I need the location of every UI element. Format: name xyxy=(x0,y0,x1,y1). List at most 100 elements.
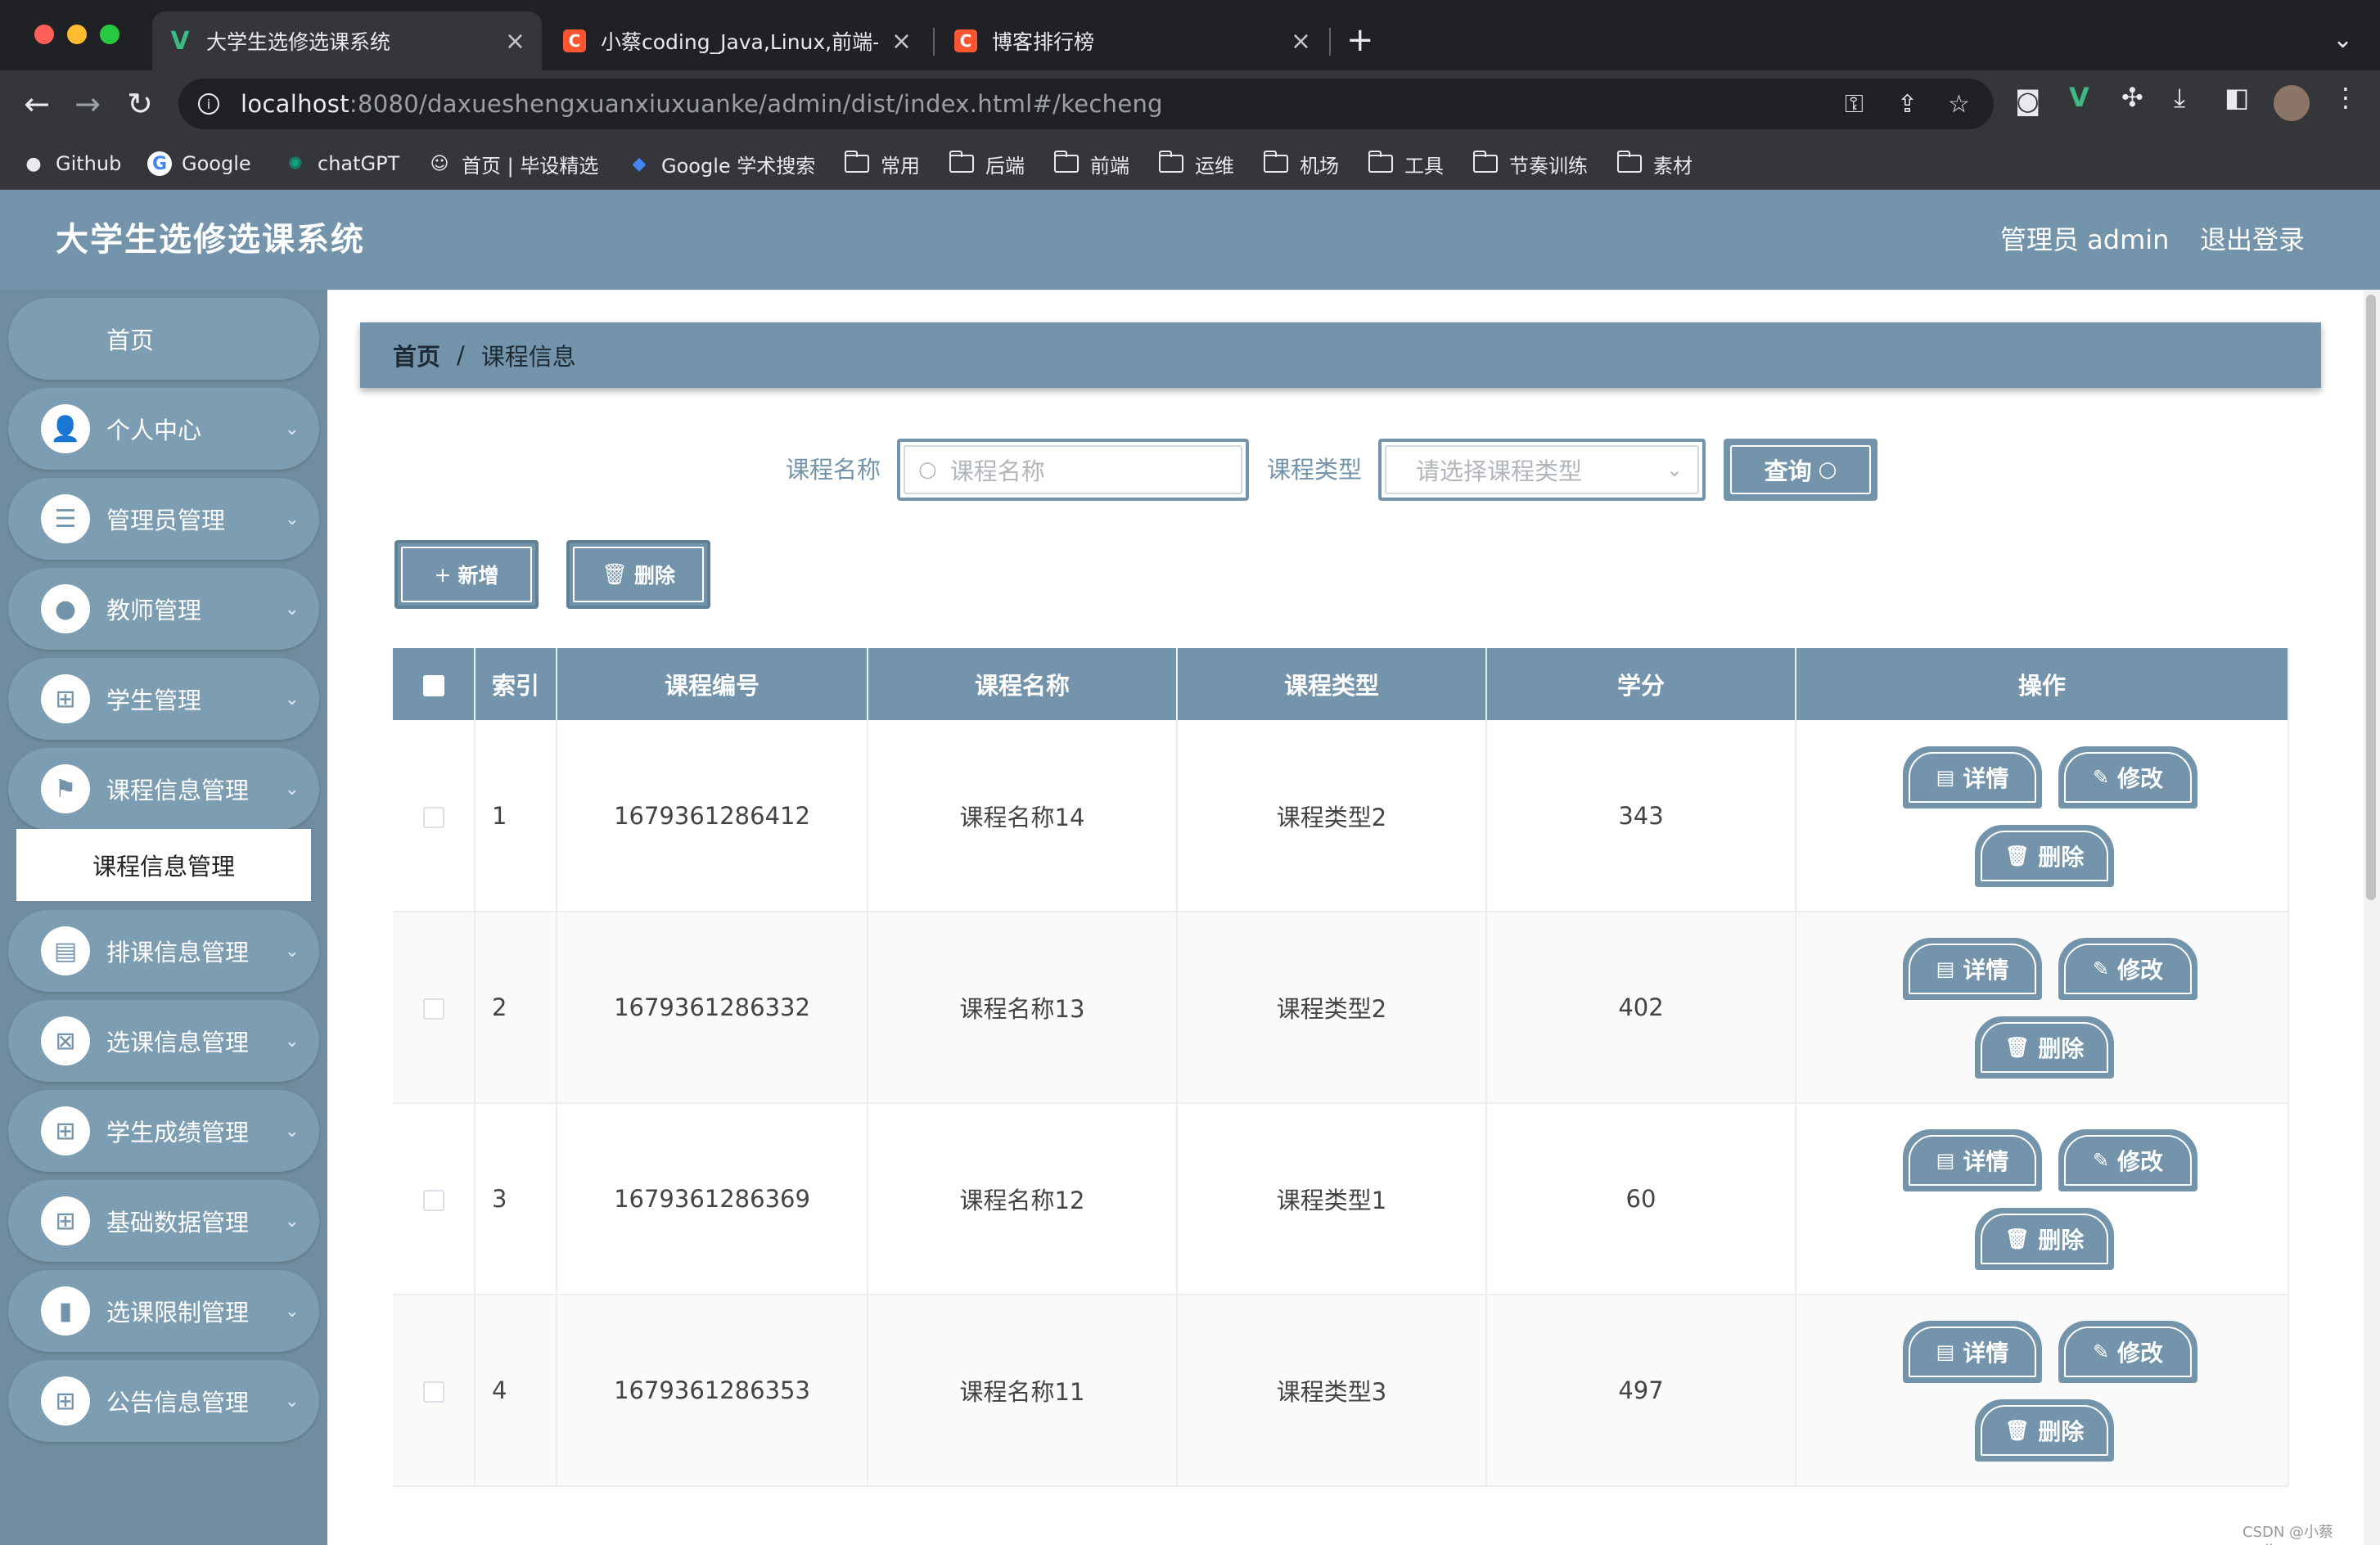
browser-tab[interactable]: C 博客排行榜 × xyxy=(938,11,1327,70)
sidebar-item-courses[interactable]: ⚑ 课程信息管理 ⌄ xyxy=(8,748,319,830)
course-type-placeholder: 请选择课程类型 xyxy=(1416,457,1583,485)
vue-devtools-icon[interactable]: V xyxy=(2069,82,2089,113)
side-panel-icon[interactable]: ◧ xyxy=(2224,82,2249,113)
grid-icon: ⊞ xyxy=(41,1106,90,1155)
detail-button[interactable]: ▤ 详情 xyxy=(1903,1321,2042,1383)
bookmark-folder[interactable]: 前端 xyxy=(1054,137,1129,190)
cell-type: 课程类型3 xyxy=(1177,1295,1487,1487)
bookmark-folder[interactable]: 工具 xyxy=(1368,137,1444,190)
cell-code: 1679361286332 xyxy=(557,912,868,1104)
edit-button[interactable]: ✎ 修改 xyxy=(2058,1321,2197,1383)
bookmark-google[interactable]: G Google xyxy=(147,137,251,190)
forward-button[interactable]: → xyxy=(65,82,110,126)
cell-code: 1679361286369 xyxy=(557,1103,868,1295)
new-tab-button[interactable]: + xyxy=(1346,20,1374,61)
sidebar-item-admins[interactable]: ☰ 管理员管理 ⌄ xyxy=(8,478,319,560)
bookmark-folder[interactable]: 素材 xyxy=(1617,137,1693,190)
sidebar-item-basic-data[interactable]: ⊞ 基础数据管理 ⌄ xyxy=(8,1180,319,1262)
bookmark-folder[interactable]: 后端 xyxy=(949,137,1025,190)
extension-glasses-icon[interactable]: ◙ xyxy=(2015,85,2040,116)
sidebar-item-schedule[interactable]: ▤ 排课信息管理 ⌄ xyxy=(8,910,319,992)
profile-avatar[interactable] xyxy=(2274,85,2310,121)
add-button[interactable]: + 新增 xyxy=(394,540,539,609)
bookmark-star-icon[interactable]: ☆ xyxy=(1948,90,1970,119)
search-button[interactable]: 查询 ○ xyxy=(1724,439,1877,501)
detail-button[interactable]: ▤ 详情 xyxy=(1903,745,2042,809)
chevron-down-icon: ⌄ xyxy=(284,778,300,800)
detail-button[interactable]: ▤ 详情 xyxy=(1903,938,2042,1000)
bookmark-folder[interactable]: 节奏训练 xyxy=(1473,137,1588,190)
bookmark-chatgpt[interactable]: ✺ chatGPT xyxy=(283,137,399,190)
minimize-window-button[interactable] xyxy=(67,25,87,44)
sidebar-item-students[interactable]: ⊞ 学生管理 ⌄ xyxy=(8,658,319,740)
folder-icon xyxy=(1473,151,1498,173)
tab-title: 博客排行榜 xyxy=(992,30,1095,54)
share-icon[interactable]: ⇪ xyxy=(1897,90,1918,119)
breadcrumb-home[interactable]: 首页 xyxy=(393,338,440,372)
puzzle-icon[interactable]: ✣ xyxy=(2121,82,2143,113)
browser-tab-active[interactable]: V 大学生选修选课系统 × xyxy=(152,11,542,70)
bookmark-folder[interactable]: 常用 xyxy=(845,137,920,190)
delete-button[interactable]: 🗑 删除 xyxy=(1975,1399,2114,1462)
bookmark-scholar[interactable]: ◆ Google 学术搜索 xyxy=(627,137,816,190)
course-name-input[interactable]: ○ 课程名称 xyxy=(897,439,1249,501)
browser-tab[interactable]: C 小蔡coding_Java,Linux,前端-C × xyxy=(547,11,928,70)
sidebar-item-home[interactable]: 首页 xyxy=(8,298,319,380)
cell-code: 1679361286412 xyxy=(557,720,868,912)
chevron-down-icon: ⌄ xyxy=(284,688,300,709)
key-icon[interactable]: ⚿ xyxy=(1845,90,1864,119)
row-checkbox[interactable] xyxy=(422,1190,444,1211)
download-icon[interactable]: ⤓ xyxy=(2174,82,2185,114)
sidebar-item-personal[interactable]: 👤 个人中心 ⌄ xyxy=(8,388,319,470)
site-info-icon[interactable]: i xyxy=(198,93,219,115)
edit-button[interactable]: ✎ 修改 xyxy=(2058,938,2197,1000)
close-window-button[interactable] xyxy=(34,25,54,44)
select-all-checkbox[interactable] xyxy=(422,675,444,696)
sidebar-item-selection[interactable]: ⊠ 选课信息管理 ⌄ xyxy=(8,1000,319,1082)
sidebar-item-label: 管理员管理 xyxy=(106,507,226,534)
submenu-course-info[interactable]: 课程信息管理 xyxy=(16,829,311,901)
delete-button[interactable]: 🗑 删除 xyxy=(1975,824,2114,887)
batch-delete-button[interactable]: 🗑 删除 xyxy=(566,540,710,609)
chevron-down-icon: ⌄ xyxy=(284,508,300,529)
cell-actions: ▤ 详情 ✎ 修改 🗑 删除 xyxy=(1796,1295,2289,1487)
logout-link[interactable]: 退出登录 xyxy=(2200,190,2305,290)
table-row: 4 1679361286353 课程名称11 课程类型3 497 ▤ 详情 ✎ 修改 🗑 删除 xyxy=(393,1295,2289,1487)
bookmark-folder[interactable]: 机场 xyxy=(1264,137,1339,190)
detail-button[interactable]: ▤ 详情 xyxy=(1903,1129,2042,1191)
sidebar-item-teachers[interactable]: ● 教师管理 ⌄ xyxy=(8,568,319,650)
course-type-select[interactable]: 请选择课程类型 ⌄ xyxy=(1378,439,1706,501)
bookmark-bishe[interactable]: ☺ 首页 | 毕设精选 xyxy=(427,137,599,190)
sidebar-item-grades[interactable]: ⊞ 学生成绩管理 ⌄ xyxy=(8,1090,319,1172)
row-checkbox[interactable] xyxy=(422,806,444,828)
maximize-window-button[interactable] xyxy=(100,25,119,44)
row-checkbox[interactable] xyxy=(422,998,444,1020)
cell-index: 3 xyxy=(475,1103,557,1295)
edit-button[interactable]: ✎ 修改 xyxy=(2058,745,2197,809)
csdn-icon: C xyxy=(954,29,977,52)
cell-index: 2 xyxy=(475,912,557,1104)
bookmark-github[interactable]: ● Github xyxy=(21,137,121,190)
folder-icon xyxy=(1054,151,1079,173)
tab-search-chevron-icon[interactable]: ⌄ xyxy=(2333,20,2353,61)
cell-actions: ▤ 详情 ✎ 修改 🗑 删除 xyxy=(1796,1103,2289,1295)
menu-kebab-icon[interactable]: ⋮ xyxy=(2333,82,2359,113)
edit-button[interactable]: ✎ 修改 xyxy=(2058,1129,2197,1191)
reload-button[interactable]: ↻ xyxy=(118,82,162,126)
tab-close-icon[interactable]: × xyxy=(891,27,912,56)
chevron-down-icon: ⌄ xyxy=(284,598,300,619)
delete-button[interactable]: 🗑 删除 xyxy=(1975,1016,2114,1079)
back-button[interactable]: ← xyxy=(15,82,59,126)
page-scrollbar-thumb[interactable] xyxy=(2366,295,2376,900)
bookmark-folder[interactable]: 运维 xyxy=(1159,137,1234,190)
sidebar-item-limits[interactable]: ▮ 选课限制管理 ⌄ xyxy=(8,1270,319,1352)
sidebar-item-notices[interactable]: ⊞ 公告信息管理 ⌄ xyxy=(8,1360,319,1442)
sidebar-item-label: 首页 xyxy=(106,327,155,354)
address-bar[interactable]: i localhost:8080/daxueshengxuanxiuxuanke… xyxy=(178,79,1994,129)
tab-close-icon[interactable]: × xyxy=(505,27,525,56)
bookmarks-bar: ● Github G Google ✺ chatGPT ☺ 首页 | 毕设精选 ◆ Goo… xyxy=(0,137,2380,190)
tab-close-icon[interactable]: × xyxy=(1291,27,1311,56)
row-checkbox[interactable] xyxy=(422,1381,444,1403)
search-icon: ○ xyxy=(918,457,937,482)
delete-button[interactable]: 🗑 删除 xyxy=(1975,1208,2114,1270)
